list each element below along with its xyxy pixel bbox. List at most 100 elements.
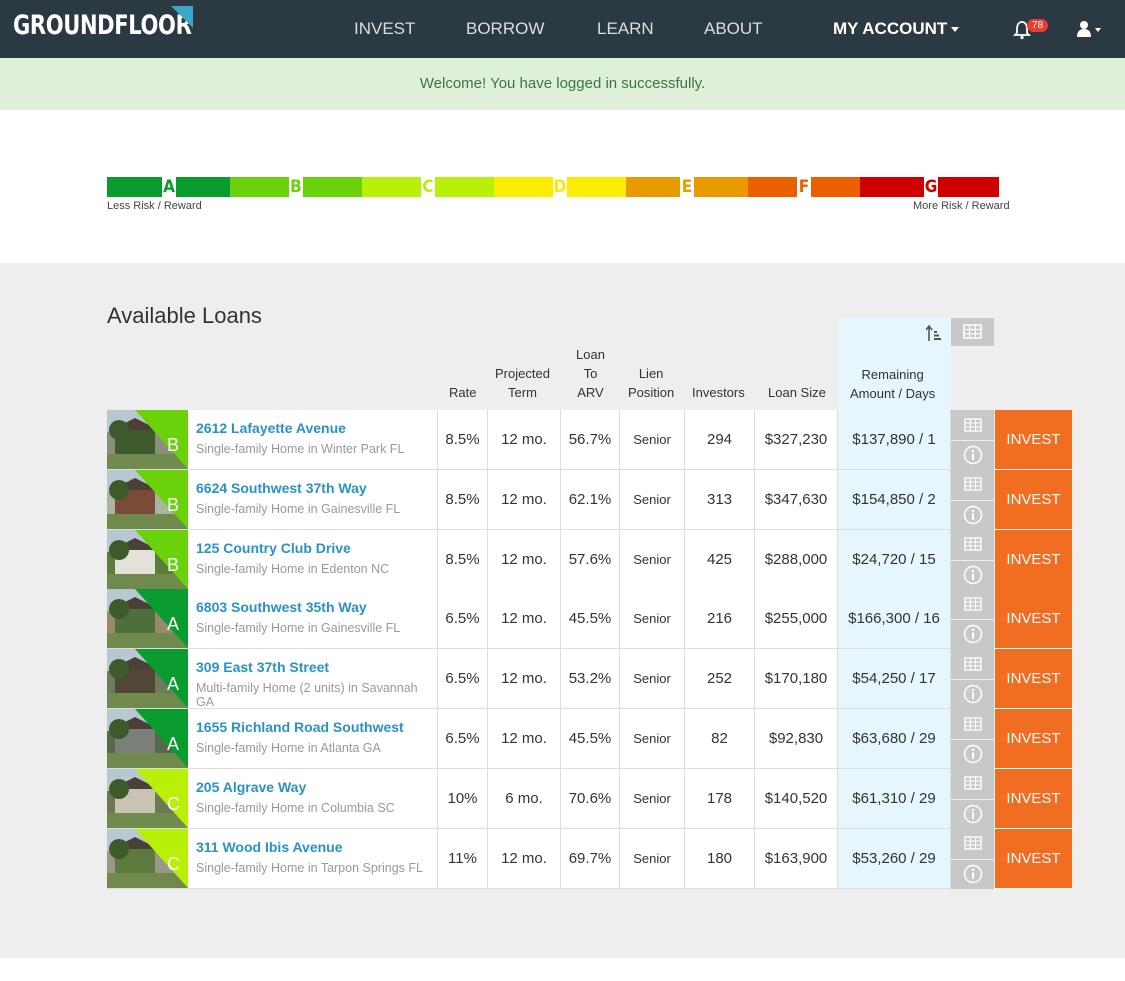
property-thumbnail[interactable]: A [107, 649, 188, 709]
table-row[interactable]: A 309 East 37th Street Multi-family Home (… [107, 649, 1072, 710]
invest-button[interactable]: INVEST [995, 768, 1072, 829]
property-thumbnail[interactable]: B [107, 469, 188, 529]
property-address-link[interactable]: 1655 Richland Road Southwest [196, 719, 404, 735]
property-cell: A 1655 Richland Road Southwest Single-fami… [107, 709, 438, 769]
property-cell: A 6803 Southwest 35th Way Single-family Ho… [107, 589, 438, 650]
logo[interactable]: GROUNDFLOOR [13, 10, 192, 41]
property-thumbnail[interactable]: C [107, 828, 188, 888]
info-button[interactable] [951, 619, 994, 648]
rate-cell: 8.5% [438, 410, 488, 470]
invest-button[interactable]: INVEST [995, 709, 1072, 769]
risk-high-label: More Risk / Reward [913, 200, 1010, 212]
rate-cell: 6.5% [438, 709, 488, 769]
invest-button[interactable]: INVEST [995, 410, 1072, 470]
user-menu[interactable] [1077, 20, 1101, 43]
invest-button[interactable]: INVEST [995, 828, 1072, 889]
invest-button[interactable]: INVEST [995, 529, 1072, 590]
property-description: Multi-family Home (2 units) in Savannah … [196, 681, 418, 710]
header-ltv-line1: Loan [576, 347, 605, 362]
property-address-link[interactable]: 125 Country Club Drive [196, 540, 351, 556]
lien-cell: Senior [620, 828, 685, 889]
property-address-link[interactable]: 2612 Lafayette Avenue [196, 420, 346, 436]
nav-learn[interactable]: LEARN [597, 19, 654, 39]
property-thumbnail[interactable]: B [107, 529, 188, 589]
nav-invest[interactable]: INVEST [354, 19, 415, 39]
loan-size-cell: $327,230 [755, 410, 838, 470]
rate-cell: 6.5% [438, 589, 488, 650]
table-row[interactable]: B 6624 Southwest 37th Way Single-family Ho… [107, 469, 1072, 530]
sort-icon[interactable] [926, 325, 942, 343]
property-address-link[interactable]: 311 Wood Ibis Avenue [196, 839, 343, 855]
details-grid-button[interactable] [951, 410, 994, 439]
invest-button[interactable]: INVEST [995, 589, 1072, 650]
nav-borrow[interactable]: BORROW [466, 19, 544, 39]
investors-cell: 82 [685, 709, 755, 769]
grade-ribbon [135, 828, 188, 888]
table-row[interactable]: C 311 Wood Ibis Avenue Single-family Home … [107, 828, 1072, 889]
property-address-link[interactable]: 6624 Southwest 37th Way [196, 480, 367, 496]
investors-cell: 313 [685, 469, 755, 530]
table-row[interactable]: A 1655 Richland Road Southwest Single-fami… [107, 709, 1072, 769]
header-term[interactable]: Projected Term [495, 364, 550, 402]
row-actions [951, 469, 994, 530]
loan-size-cell: $140,520 [755, 768, 838, 829]
grid-icon [963, 716, 982, 731]
header-remaining[interactable]: Remaining Amount / Days [850, 365, 935, 403]
info-button[interactable] [951, 499, 994, 529]
grade-badge: B [167, 435, 180, 455]
remaining-cell: $61,310 / 29 [838, 768, 951, 829]
row-actions [951, 709, 994, 769]
header-ltv[interactable]: Loan To ARV [576, 345, 605, 402]
risk-grade-e: E [680, 177, 694, 197]
info-button[interactable] [951, 559, 994, 589]
grid-icon [963, 537, 982, 551]
risk-segment [362, 177, 421, 197]
invest-button[interactable]: INVEST [995, 469, 1072, 530]
details-grid-button[interactable] [951, 470, 994, 499]
property-thumbnail[interactable]: C [107, 768, 188, 828]
property-description: Single-family Home in Winter Park FL [196, 442, 405, 456]
details-grid-button[interactable] [951, 530, 994, 559]
info-button[interactable] [951, 798, 994, 828]
risk-segment [811, 177, 860, 197]
risk-segment [860, 177, 924, 197]
grid-icon [963, 477, 982, 491]
table-row[interactable]: A 6803 Southwest 35th Way Single-family Ho… [107, 589, 1072, 650]
grid-icon [963, 836, 982, 850]
info-button[interactable] [951, 739, 994, 768]
my-account-menu[interactable]: MY ACCOUNT [833, 19, 960, 39]
property-thumbnail[interactable]: B [107, 410, 188, 469]
logo-flag-icon [171, 6, 193, 28]
rate-cell: 8.5% [438, 529, 488, 590]
details-grid-button[interactable] [951, 589, 994, 618]
lien-cell: Senior [620, 709, 685, 769]
info-button[interactable] [951, 440, 994, 469]
details-grid-button[interactable] [951, 709, 994, 738]
info-button[interactable] [951, 679, 994, 708]
property-address-link[interactable]: 309 East 37th Street [196, 659, 329, 675]
info-button[interactable] [951, 858, 994, 888]
header-investors[interactable]: Investors [692, 383, 745, 402]
nav-about[interactable]: ABOUT [704, 19, 763, 39]
invest-button[interactable]: INVEST [995, 649, 1072, 710]
table-row[interactable]: C 205 Algrave Way Single-family Home in Co… [107, 768, 1072, 829]
table-row[interactable]: B 2612 Lafayette Avenue Single-family Home… [107, 410, 1072, 470]
details-grid-button[interactable] [951, 829, 994, 858]
property-address-link[interactable]: 6803 Southwest 35th Way [196, 599, 367, 615]
details-grid-button[interactable] [951, 769, 994, 798]
property-thumbnail[interactable]: A [107, 709, 188, 768]
header-lien-line2: Position [628, 385, 675, 400]
ltv-cell: 45.5% [561, 709, 620, 769]
property-description: Single-family Home in Gainesville FL [196, 501, 401, 516]
header-loan-size[interactable]: Loan Size [768, 383, 826, 402]
table-row[interactable]: B 125 Country Club Drive Single-family Hom… [107, 529, 1072, 590]
grid-view-button[interactable] [951, 318, 994, 346]
header-rate[interactable]: Rate [449, 383, 476, 402]
row-actions [951, 649, 994, 710]
property-thumbnail[interactable]: A [107, 589, 188, 649]
property-address-link[interactable]: 205 Algrave Way [196, 779, 306, 795]
risk-grade-c: C [421, 177, 435, 197]
term-cell: 12 mo. [488, 410, 561, 470]
header-lien[interactable]: Lien Position [628, 364, 674, 402]
details-grid-button[interactable] [951, 649, 994, 678]
